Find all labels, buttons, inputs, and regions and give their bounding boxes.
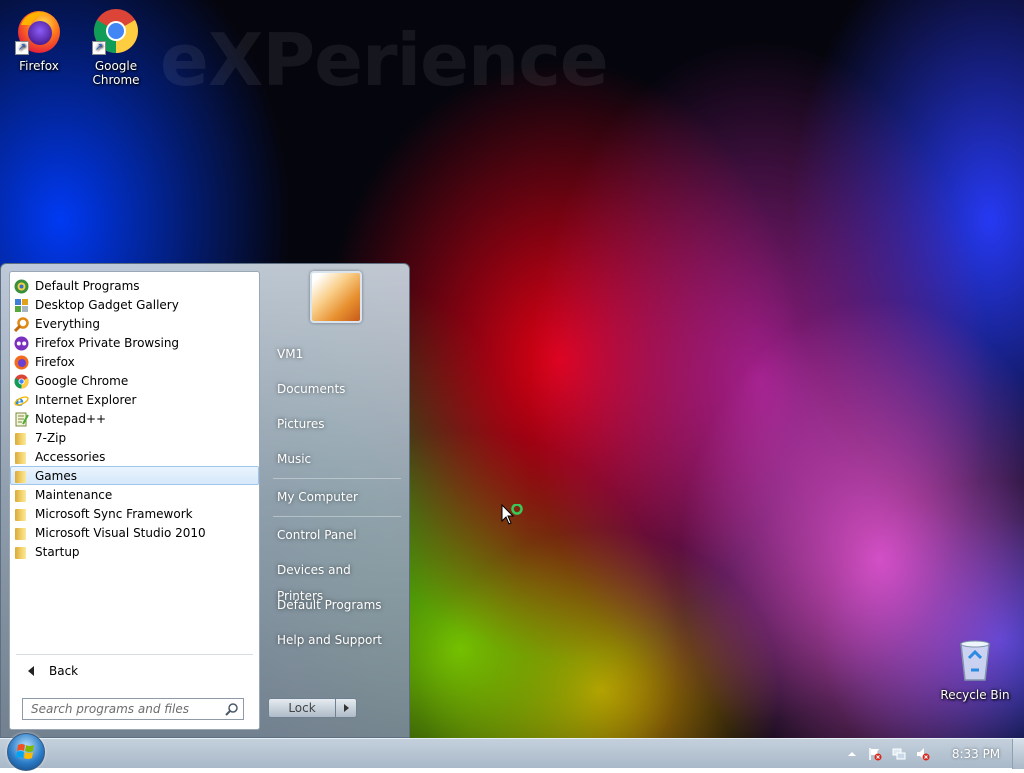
program-folder-accessories[interactable]: Accessories (10, 447, 259, 466)
shutdown-options-button[interactable] (336, 698, 357, 718)
folder-icon (15, 528, 26, 540)
volume-muted-icon[interactable] (916, 747, 930, 761)
link-pictures[interactable]: Pictures (269, 411, 399, 437)
start-button[interactable] (7, 733, 45, 771)
link-devices-and-printers[interactable]: Devices and Printers (269, 557, 399, 603)
back-button[interactable]: Back (18, 660, 248, 682)
program-item-label: Firefox (35, 355, 75, 369)
program-item-label: Google Chrome (35, 374, 129, 388)
program-item-firefox[interactable]: Firefox (10, 352, 259, 371)
busy-cursor-icon (501, 504, 523, 525)
default-programs-icon (14, 279, 29, 294)
start-menu-programs-pane: Default Programs Desktop Gadget Gallery … (9, 271, 260, 730)
chrome-icon: ↗ (92, 7, 140, 55)
program-item-google-chrome[interactable]: Google Chrome (10, 371, 259, 390)
desktop-icon-google-chrome[interactable]: ↗ Google Chrome (78, 7, 154, 87)
start-menu-places-pane: VM1 Documents Pictures Music My Computer… (263, 264, 411, 738)
folder-icon (15, 433, 26, 445)
search-programs-input[interactable]: Search programs and files (22, 698, 244, 720)
program-folder-7-zip[interactable]: 7-Zip (10, 428, 259, 447)
taskbar: 8:33 PM (0, 733, 1024, 771)
program-item-label: Accessories (35, 450, 106, 464)
desktop-icon-recycle-bin[interactable]: Recycle Bin (937, 636, 1013, 702)
firefox-private-icon (14, 336, 29, 351)
desktop-icon-label: Recycle Bin (940, 688, 1010, 702)
program-item-label: Microsoft Sync Framework (35, 507, 193, 521)
shortcut-arrow-icon: ↗ (92, 41, 106, 55)
program-item-label: Notepad++ (35, 412, 107, 426)
folder-icon (15, 452, 26, 464)
link-my-computer[interactable]: My Computer (269, 484, 399, 510)
desktop-icon-firefox[interactable]: ↗ Firefox (1, 7, 77, 73)
program-item-label: Firefox Private Browsing (35, 336, 180, 350)
program-item-label: Desktop Gadget Gallery (35, 298, 179, 312)
search-icon (225, 703, 238, 716)
program-item-label: Microsoft Visual Studio 2010 (35, 526, 206, 540)
link-documents[interactable]: Documents (269, 376, 399, 402)
link-control-panel[interactable]: Control Panel (269, 522, 399, 548)
all-programs-list: Default Programs Desktop Gadget Gallery … (10, 276, 259, 561)
program-item-label: Maintenance (35, 488, 113, 502)
program-folder-microsoft-visual-studio-2010[interactable]: Microsoft Visual Studio 2010 (10, 523, 259, 542)
program-item-label: 7-Zip (35, 431, 67, 445)
show-hidden-icons-chevron[interactable] (845, 747, 859, 761)
folder-icon (15, 547, 26, 559)
internet-explorer-icon: e (14, 394, 29, 408)
link-music[interactable]: Music (269, 446, 399, 472)
network-icon[interactable] (892, 747, 906, 761)
program-folder-maintenance[interactable]: Maintenance (10, 485, 259, 504)
chrome-icon (14, 374, 29, 389)
divider (16, 654, 253, 655)
link-user-vm1[interactable]: VM1 (269, 341, 399, 367)
search-placeholder: Search programs and files (31, 702, 189, 716)
program-item-label: Default Programs (35, 279, 140, 293)
folder-icon (15, 509, 26, 521)
link-default-programs[interactable]: Default Programs (269, 592, 399, 618)
firefox-icon: ↗ (15, 7, 63, 55)
folder-icon (15, 471, 26, 483)
recycle-bin-icon (951, 636, 999, 684)
gadget-gallery-icon (15, 299, 28, 312)
wallpaper-watermark: eXPerience (160, 18, 609, 102)
divider (273, 478, 401, 479)
chevron-right-icon (344, 704, 349, 712)
program-item-notepad-plus-plus[interactable]: Notepad++ (10, 409, 259, 428)
program-item-desktop-gadget-gallery[interactable]: Desktop Gadget Gallery (10, 295, 259, 314)
program-item-label: Internet Explorer (35, 393, 137, 407)
divider (273, 516, 401, 517)
folder-icon (15, 490, 26, 502)
action-center-flag-icon[interactable] (868, 747, 882, 761)
program-item-label: Games (35, 469, 77, 483)
program-folder-startup[interactable]: Startup (10, 542, 259, 561)
everything-search-icon (14, 317, 29, 332)
notepad-plus-plus-icon (15, 412, 29, 427)
lock-button[interactable]: Lock (268, 698, 336, 718)
program-folder-microsoft-sync-framework[interactable]: Microsoft Sync Framework (10, 504, 259, 523)
desktop-icon-label: Google Chrome (92, 59, 140, 87)
firefox-icon (14, 355, 29, 370)
program-item-everything[interactable]: Everything (10, 314, 259, 333)
desktop-icon-label: Firefox (19, 59, 59, 73)
show-desktop-button[interactable] (1012, 739, 1024, 769)
back-button-label: Back (49, 664, 79, 678)
start-menu: Default Programs Desktop Gadget Gallery … (0, 263, 410, 738)
system-clock[interactable]: 8:33 PM (946, 739, 1006, 769)
program-folder-games[interactable]: Games (10, 466, 259, 485)
desktop: eXPerience ↗ Firefox ↗ Google Chrome Rec… (0, 0, 1024, 738)
program-item-label: Everything (35, 317, 100, 331)
windows-logo-icon (16, 744, 34, 759)
program-item-firefox-private-browsing[interactable]: Firefox Private Browsing (10, 333, 259, 352)
user-avatar[interactable] (310, 271, 362, 323)
shortcut-arrow-icon: ↗ (15, 41, 29, 55)
program-item-label: Startup (35, 545, 80, 559)
back-arrow-icon (28, 666, 34, 676)
program-item-default-programs[interactable]: Default Programs (10, 276, 259, 295)
link-help-and-support[interactable]: Help and Support (269, 627, 399, 653)
program-item-internet-explorer[interactable]: e Internet Explorer (10, 390, 259, 409)
